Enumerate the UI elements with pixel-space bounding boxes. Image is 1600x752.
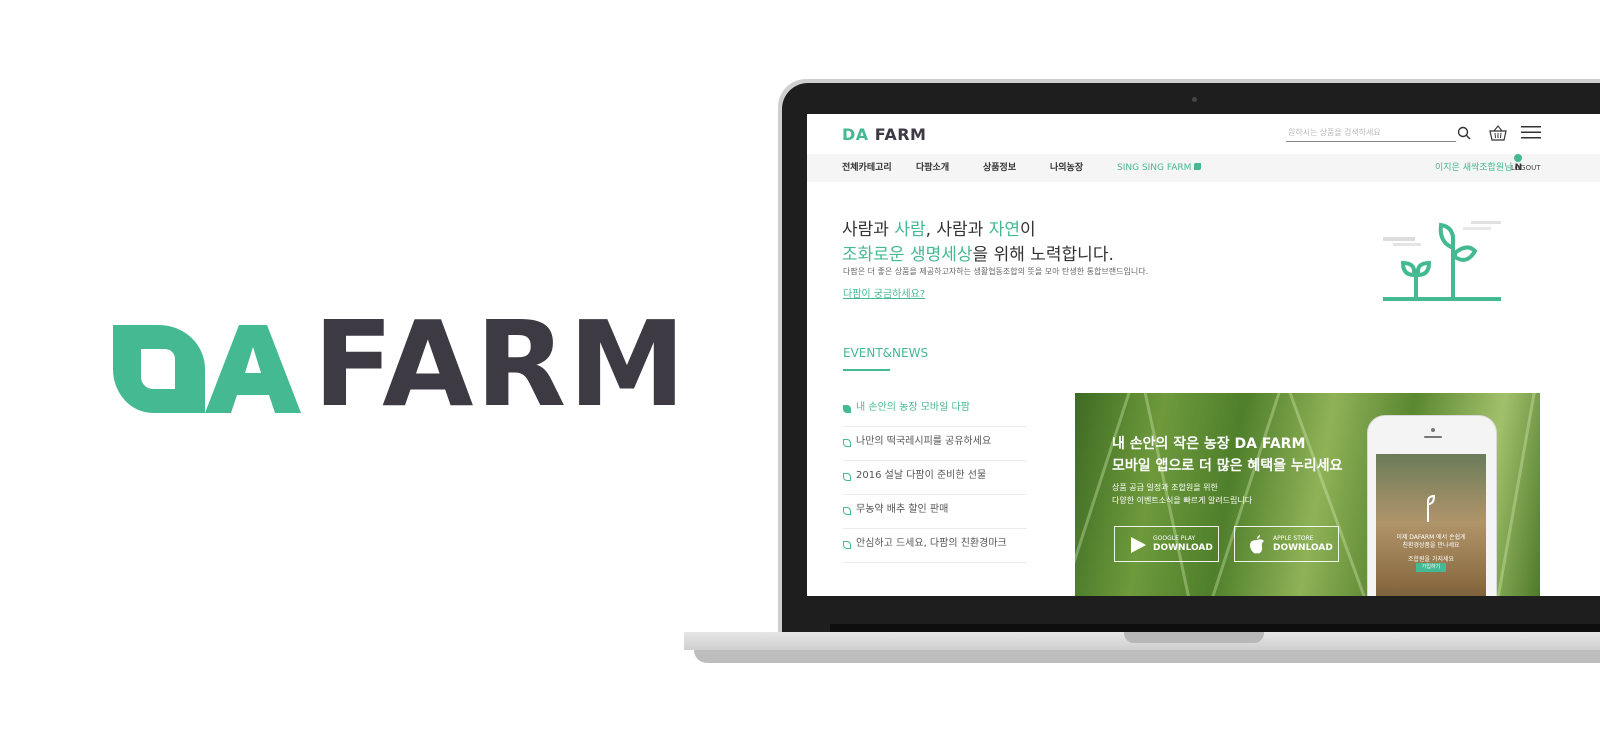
laptop-notch xyxy=(1124,632,1264,643)
nav-sing-sing-farm[interactable]: SING SING FARM xyxy=(1117,154,1202,182)
site-nav: 전체카테고리 다팜소개 상품정보 나의농장 SING SING FARM 이지은… xyxy=(807,154,1600,182)
site-header: DA FARM xyxy=(807,114,1600,154)
about-link[interactable]: 다팜이 궁금하세요? xyxy=(843,285,925,300)
mobile-app-banner[interactable]: 내 손안의 작은 농장 DA FARM 모바일 앱으로 더 많은 혜택을 누리세… xyxy=(1075,393,1540,596)
event-news-title: EVENT&NEWS xyxy=(843,346,929,360)
banner-text: 내 손안의 작은 농장 xyxy=(1112,436,1235,452)
play-icon xyxy=(1131,537,1146,553)
nav-sing-sing-farm-label: SING SING FARM xyxy=(1117,163,1192,173)
hero-text-highlight: 조화로운 생명세상 xyxy=(842,245,973,265)
leaf-d-logo-mark xyxy=(113,325,205,413)
leaf-bullet-icon xyxy=(843,541,851,549)
hero-text-highlight: 사람 xyxy=(894,220,926,240)
user-name-label: 이지은 새싹조합원님 xyxy=(1435,163,1513,173)
banner-headline-line1: 내 손안의 작은 농장 DA FARM xyxy=(1112,433,1305,453)
laptop-camera xyxy=(1192,97,1197,102)
nav-about[interactable]: 다팜소개 xyxy=(916,154,949,182)
phone-join-button[interactable]: 가입하기 xyxy=(1416,563,1446,572)
list-item[interactable]: 안심하고 드세요, 다팜의 친환경마크 xyxy=(843,529,1027,563)
list-item-label: 2016 설날 다팜이 준비한 선물 xyxy=(856,470,987,481)
site-logo-word: FARM xyxy=(874,125,927,144)
list-item[interactable]: 내 손안의 농장 모바일 다팜 xyxy=(843,393,1027,427)
apple-icon xyxy=(1250,535,1264,554)
leaf-bullet-icon xyxy=(843,473,851,481)
letter-a-green xyxy=(205,325,301,413)
banner-subtext-line1: 상품 공급 일정과 조합원을 위한 xyxy=(1112,483,1218,492)
brand-logo: DA FARM xyxy=(113,305,686,423)
list-item-label: 내 손안의 농장 모바일 다팜 xyxy=(856,402,970,413)
search-icon[interactable] xyxy=(1457,126,1471,140)
hero-text-highlight: 자연 xyxy=(988,220,1021,240)
phone-mockup: 이제 DAFARM 에서 손쉽게 친환경상품을 만나세요 조합원을 가지세요 가… xyxy=(1367,415,1497,596)
user-name[interactable]: 이지은 새싹조합원님 N xyxy=(1435,154,1523,182)
leaf-icon xyxy=(1194,163,1202,170)
hero-subtext: 다팜은 더 좋은 상품을 제공하고자하는 생활협동조합의 뜻을 모아 탄생한 통… xyxy=(843,267,1149,276)
grass-streak xyxy=(1492,393,1540,596)
phone-text-line2: 친환경상품을 만나세요 xyxy=(1402,542,1460,549)
hero-text: 을 위해 노력합니다. xyxy=(972,245,1114,265)
hero-text: , 사람과 xyxy=(925,220,989,240)
nav-all-category[interactable]: 전체카테고리 xyxy=(842,154,892,182)
list-item-label: 무농약 배추 할인 판매 xyxy=(856,504,949,515)
apple-store-small-label: APPLE STORE xyxy=(1273,535,1314,542)
google-play-download-button[interactable]: GOOGLE PLAY DOWNLOAD xyxy=(1114,526,1219,562)
banner-logo-text: DA FARM xyxy=(1234,436,1306,452)
hero-text: 사람과 xyxy=(842,220,895,240)
list-item[interactable]: 나만의 떡국레시피를 공유하세요 xyxy=(843,427,1027,461)
phone-screen: 이제 DAFARM 에서 손쉽게 친환경상품을 만나세요 조합원을 가지세요 가… xyxy=(1376,454,1486,596)
google-play-small-label: GOOGLE PLAY xyxy=(1153,535,1196,542)
basket-icon[interactable] xyxy=(1489,125,1507,141)
search-input[interactable] xyxy=(1286,125,1456,142)
phone-text-line3: 조합원을 가지세요 xyxy=(1407,556,1455,563)
list-item-label: 나만의 떡국레시피를 공유하세요 xyxy=(856,436,992,447)
nav-products[interactable]: 상품정보 xyxy=(983,154,1016,182)
hero-text: 이 xyxy=(1020,220,1036,240)
apple-store-download-button[interactable]: APPLE STORE DOWNLOAD xyxy=(1234,526,1339,562)
event-news-underline xyxy=(843,369,890,371)
hero-headline-line1: 사람과 사람, 사람과 자연이 xyxy=(842,215,1036,240)
grass-streak xyxy=(1280,393,1373,596)
logout-link[interactable]: LOGOUT xyxy=(1511,154,1541,182)
banner-headline-line2: 모바일 앱으로 더 많은 혜택을 누리세요 xyxy=(1112,458,1343,474)
laptop-base xyxy=(684,624,1600,664)
leaf-bullet-icon xyxy=(843,507,851,515)
website-screen: DA FARM 전체카테고리 다팜소개 상품정보 나의농장 SING SING … xyxy=(807,114,1600,596)
menu-icon[interactable] xyxy=(1521,126,1541,139)
list-item[interactable]: 무농약 배추 할인 판매 xyxy=(843,495,1027,529)
sprout-icon xyxy=(1427,494,1436,522)
sprout-illustration xyxy=(1383,221,1501,301)
phone-camera xyxy=(1431,428,1435,432)
laptop-bottom xyxy=(694,650,1600,663)
site-logo[interactable]: DA FARM xyxy=(842,125,926,144)
phone-speaker xyxy=(1424,436,1442,438)
event-news-list: 내 손안의 농장 모바일 다팜 나만의 떡국레시피를 공유하세요 2016 설날… xyxy=(843,393,1027,563)
leaf-bullet-icon xyxy=(843,405,851,413)
laptop-hinge xyxy=(830,624,1600,632)
list-item-label: 안심하고 드세요, 다팜의 친환경마크 xyxy=(856,538,1007,549)
banner-subtext-line2: 다양한 이벤트소식을 빠르게 알려드립니다 xyxy=(1112,496,1253,505)
apple-store-big-label: DOWNLOAD xyxy=(1273,543,1333,553)
hero-headline-line2: 조화로운 생명세상을 위해 노력합니다. xyxy=(842,240,1114,265)
site-logo-prefix: DA xyxy=(842,125,869,144)
leaf-bullet-icon xyxy=(843,439,851,447)
list-item[interactable]: 2016 설날 다팜이 준비한 선물 xyxy=(843,461,1027,495)
google-play-big-label: DOWNLOAD xyxy=(1153,543,1213,553)
wordmark-farm: FARM xyxy=(313,295,688,433)
nav-my-farm[interactable]: 나의농장 xyxy=(1050,154,1083,182)
